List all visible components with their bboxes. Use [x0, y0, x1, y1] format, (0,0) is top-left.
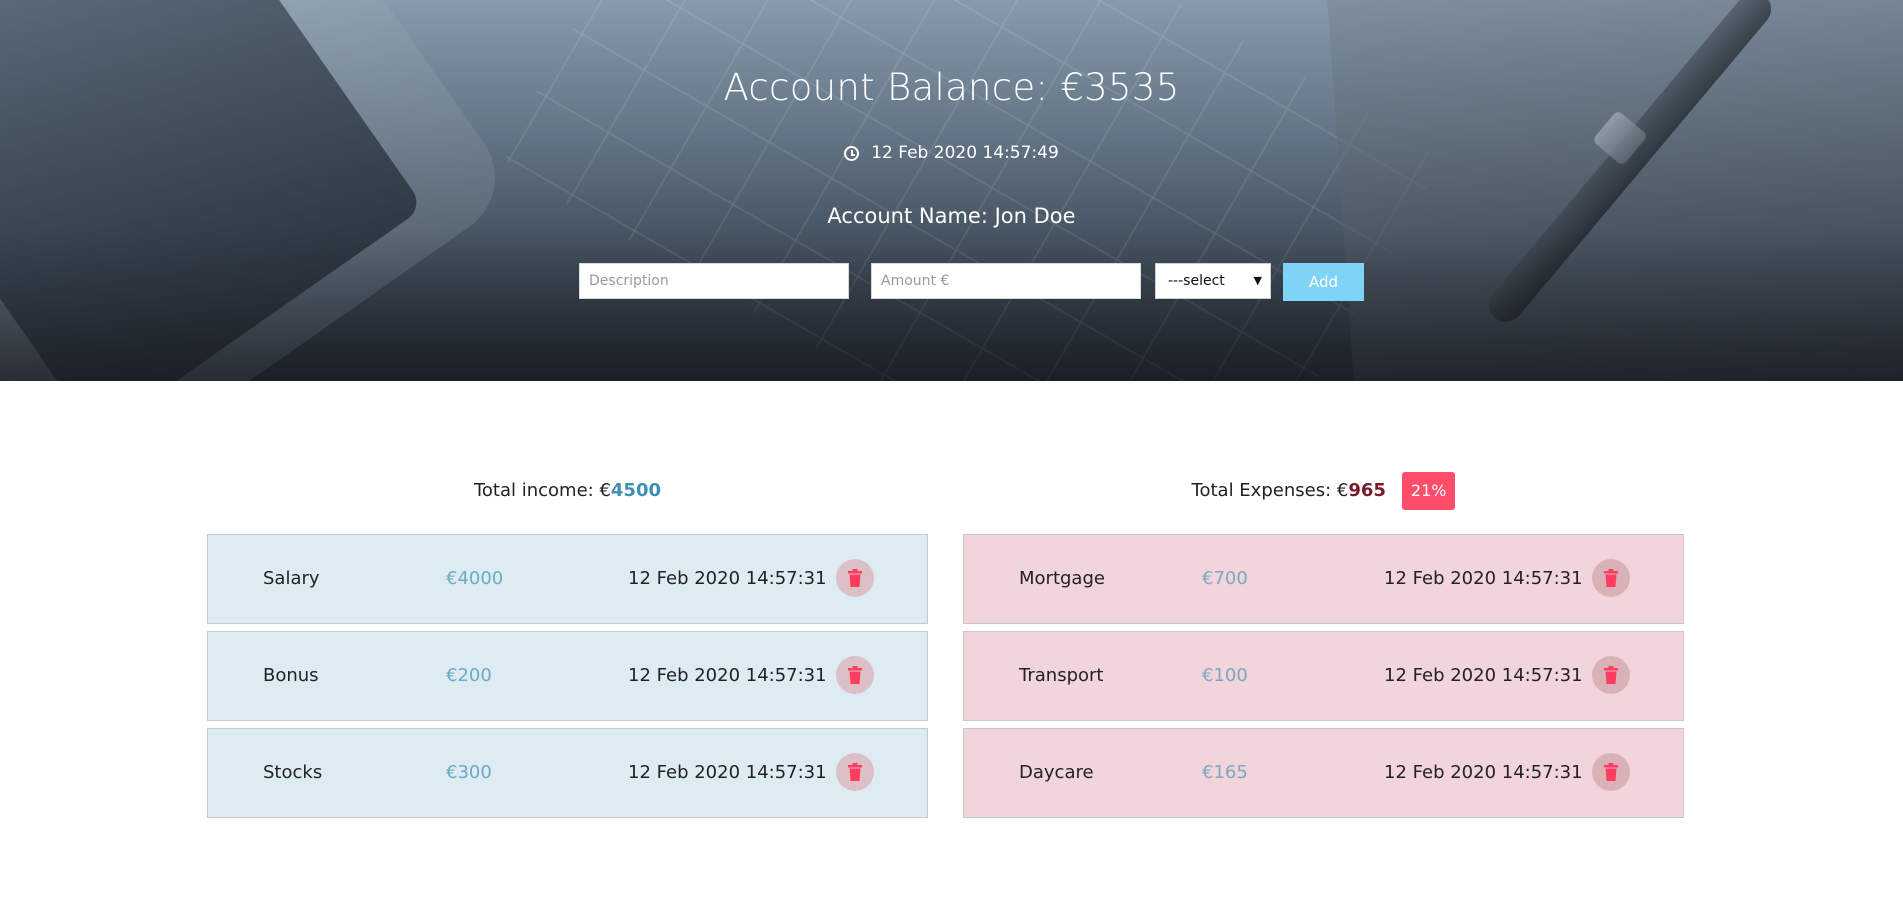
expense-description: Mortgage	[1019, 568, 1105, 589]
trash-icon	[1604, 666, 1618, 684]
hero-content: Account Balance: €3535 12 Feb 2020 14:57…	[0, 0, 1903, 381]
income-row: Stocks €300 12 Feb 2020 14:57:31	[207, 728, 928, 818]
trash-icon	[848, 569, 862, 587]
income-row: Bonus €200 12 Feb 2020 14:57:31	[207, 631, 928, 721]
income-panel: Total income: €4500 Salary €4000 12 Feb …	[207, 470, 928, 825]
expense-row: Mortgage €700 12 Feb 2020 14:57:31	[963, 534, 1684, 624]
add-transaction-form: ---select ▼ Add	[0, 263, 1903, 301]
trash-icon	[848, 763, 862, 781]
expenses-total: Total Expenses: €965 21%	[963, 470, 1684, 512]
income-description: Salary	[263, 568, 320, 589]
expense-date: 12 Feb 2020 14:57:31	[1384, 665, 1583, 686]
caret-down-icon: ▼	[1253, 274, 1262, 287]
expense-row: Transport €100 12 Feb 2020 14:57:31	[963, 631, 1684, 721]
description-input[interactable]	[579, 263, 849, 299]
income-total-value: 4500	[610, 480, 662, 501]
trash-icon	[1604, 763, 1618, 781]
expense-description: Transport	[1019, 665, 1104, 686]
expenses-list: Mortgage €700 12 Feb 2020 14:57:31 Trans…	[963, 534, 1684, 818]
income-date: 12 Feb 2020 14:57:31	[628, 762, 827, 783]
income-date: 12 Feb 2020 14:57:31	[628, 568, 827, 589]
delete-button[interactable]	[1592, 753, 1630, 791]
income-row: Salary €4000 12 Feb 2020 14:57:31	[207, 534, 928, 624]
income-total-label: Total income: €	[473, 480, 611, 501]
type-select-value: ---select	[1168, 273, 1225, 289]
income-amount: €300	[446, 762, 492, 783]
income-description: Bonus	[263, 665, 319, 686]
trash-icon	[1604, 569, 1618, 587]
clock-icon	[844, 146, 860, 161]
expenses-total-text: Total Expenses: €965	[1192, 470, 1386, 512]
delete-button[interactable]	[1592, 559, 1630, 597]
delete-button[interactable]	[836, 656, 874, 694]
delete-button[interactable]	[836, 753, 874, 791]
income-date: 12 Feb 2020 14:57:31	[628, 665, 827, 686]
current-datetime: 12 Feb 2020 14:57:49	[0, 143, 1903, 163]
income-total: Total income: €4500	[207, 470, 928, 512]
datetime-text: 12 Feb 2020 14:57:49	[871, 143, 1059, 163]
expense-percentage-badge: 21%	[1401, 472, 1456, 510]
expense-amount: €165	[1202, 762, 1248, 783]
account-balance-title: Account Balance: €3535	[723, 66, 1180, 109]
expense-date: 12 Feb 2020 14:57:31	[1384, 568, 1583, 589]
type-select[interactable]: ---select ▼	[1155, 263, 1271, 299]
expense-amount: €100	[1202, 665, 1248, 686]
expenses-total-label: Total Expenses: €	[1191, 480, 1349, 501]
expense-date: 12 Feb 2020 14:57:31	[1384, 762, 1583, 783]
add-button[interactable]: Add	[1283, 263, 1364, 301]
income-amount: €4000	[446, 568, 504, 589]
expenses-panel: Total Expenses: €965 21% Mortgage €700 12…	[963, 470, 1684, 825]
delete-button[interactable]	[1592, 656, 1630, 694]
hero-banner: Account Balance: €3535 12 Feb 2020 14:57…	[0, 0, 1903, 381]
income-description: Stocks	[263, 762, 323, 783]
expense-amount: €700	[1202, 568, 1248, 589]
expense-description: Daycare	[1019, 762, 1094, 783]
income-list: Salary €4000 12 Feb 2020 14:57:31 Bonus …	[207, 534, 928, 818]
income-amount: €200	[446, 665, 492, 686]
amount-input[interactable]	[871, 263, 1141, 299]
income-total-text: Total income: €4500	[474, 470, 661, 512]
delete-button[interactable]	[836, 559, 874, 597]
trash-icon	[848, 666, 862, 684]
expense-row: Daycare €165 12 Feb 2020 14:57:31	[963, 728, 1684, 818]
expenses-total-value: 965	[1348, 480, 1386, 501]
account-name: Account Name: Jon Doe	[827, 204, 1076, 228]
